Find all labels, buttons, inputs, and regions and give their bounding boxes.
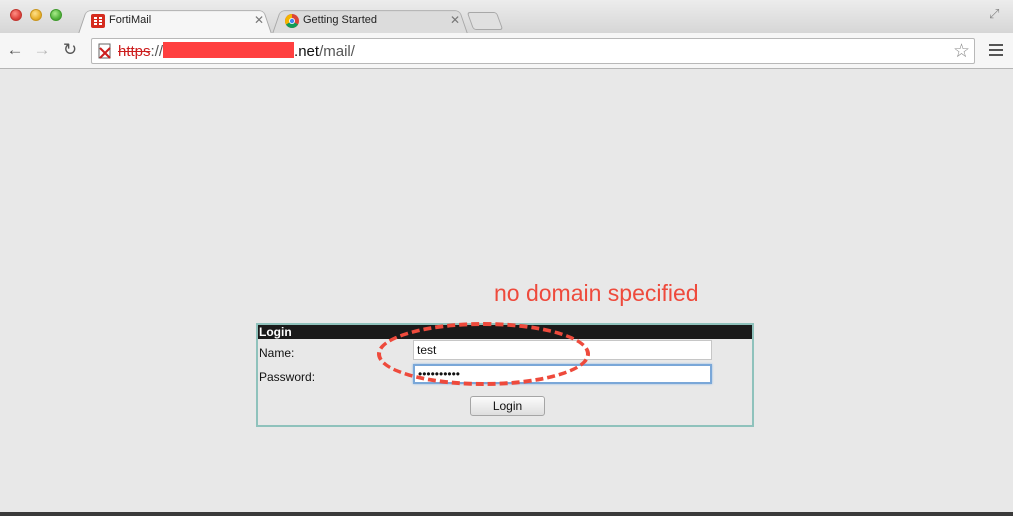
url-text: https:// .net/mail/: [118, 42, 355, 60]
url-scheme: https: [118, 43, 151, 60]
tab-fortimail[interactable]: FortiMail ✕: [78, 8, 272, 35]
new-tab-button[interactable]: [466, 12, 504, 30]
url-path: /mail/: [319, 43, 355, 60]
url-separator: ://: [150, 43, 164, 60]
chrome-icon: [285, 14, 299, 28]
forward-arrow-icon: →: [33, 40, 51, 59]
tab-title: Getting Started: [303, 14, 377, 26]
minimize-window-button[interactable]: [30, 9, 42, 21]
browser-titlebar: FortiMail ✕ Getting Started ✕ ⤢: [0, 0, 1013, 35]
tab-getting-started[interactable]: Getting Started ✕: [272, 8, 468, 35]
bookmark-star-icon[interactable]: ☆: [953, 40, 970, 63]
redacted-host: [163, 42, 295, 58]
url-host-suffix: .net: [294, 43, 320, 60]
zoom-window-button[interactable]: [50, 9, 62, 21]
close-window-button[interactable]: [10, 9, 22, 21]
annotation-text: no domain specified: [494, 280, 699, 306]
back-arrow-icon: ←: [6, 40, 24, 59]
browser-toolbar: ← → ↻ https:// .net/mail/ ☆: [0, 33, 1013, 69]
password-input[interactable]: [413, 364, 712, 384]
login-panel: Login Name: Password: Login: [256, 323, 754, 427]
fullscreen-icon[interactable]: ⤢: [989, 6, 1005, 22]
password-label: Password:: [259, 370, 316, 384]
name-label: Name:: [259, 346, 295, 360]
forward-button[interactable]: →: [32, 40, 52, 60]
close-tab-icon[interactable]: ✕: [254, 13, 264, 27]
address-bar[interactable]: https:// .net/mail/ ☆: [91, 38, 975, 64]
login-header: Login: [258, 325, 752, 339]
login-button[interactable]: Login: [470, 396, 545, 416]
insecure-page-icon: [98, 43, 111, 59]
reload-button[interactable]: ↻: [60, 40, 80, 60]
name-input[interactable]: [413, 340, 712, 360]
desktop-strip: [0, 512, 1013, 516]
close-tab-icon[interactable]: ✕: [450, 13, 460, 27]
tab-title: FortiMail: [109, 14, 152, 26]
browser-menu-button[interactable]: [989, 44, 1003, 58]
fortinet-icon: [91, 14, 105, 28]
reload-icon: ↻: [62, 40, 78, 59]
back-button[interactable]: ←: [5, 40, 25, 60]
